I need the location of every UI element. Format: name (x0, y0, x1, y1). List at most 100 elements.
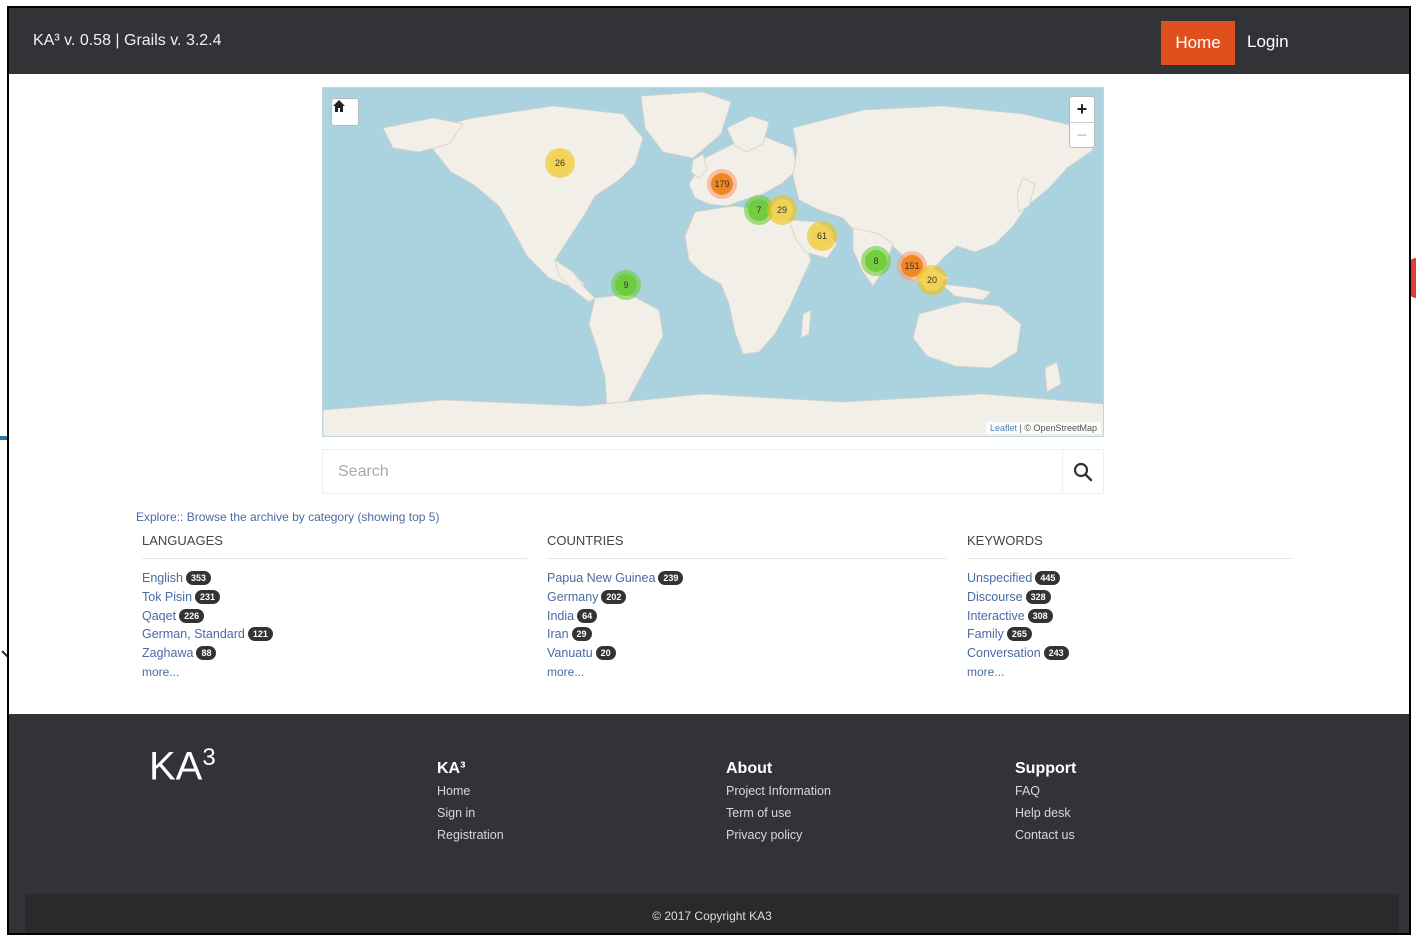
footer-privacy-link[interactable]: Privacy policy (726, 824, 831, 846)
search-input[interactable] (323, 450, 1060, 493)
footer-signin-link[interactable]: Sign in (437, 802, 504, 824)
country-link[interactable]: Vanuatu (547, 646, 593, 660)
footer-helpdesk-link[interactable]: Help desk (1015, 802, 1076, 824)
list-item[interactable]: India 64 (547, 606, 947, 625)
list-item[interactable]: Conversation 243 (967, 644, 1292, 663)
copyright-text: © 2017 Copyright KA3 (652, 909, 772, 923)
footer-logo: KA3 (149, 744, 216, 789)
cluster-count: 26 (549, 152, 571, 174)
map-cluster-marker[interactable]: 20 (917, 265, 947, 295)
keyword-link[interactable]: Conversation (967, 646, 1041, 660)
country-link[interactable]: Papua New Guinea (547, 571, 655, 585)
list-item[interactable]: Papua New Guinea 239 (547, 569, 947, 588)
list-item[interactable]: Zaghawa 88 (142, 644, 527, 663)
nav-home-button[interactable]: Home (1161, 21, 1235, 65)
search-icon (1073, 462, 1093, 481)
countries-column: COUNTRIES Papua New Guinea 239 Germany 202… (547, 533, 947, 681)
home-icon (333, 100, 345, 112)
list-item[interactable]: Unspecified 445 (967, 569, 1292, 588)
map-cluster-marker[interactable]: 29 (767, 195, 797, 225)
nav-login-link[interactable]: Login (1247, 32, 1289, 52)
copyright-bar: © 2017 Copyright KA3 (25, 894, 1399, 933)
footer-terms-link[interactable]: Term of use (726, 802, 831, 824)
map-home-button[interactable] (331, 98, 359, 126)
keywords-more-link[interactable]: more... (967, 665, 1004, 679)
world-map[interactable]: + − 26 179 7 29 61 9 8 151 20 Leaflet | … (322, 87, 1104, 437)
top-navbar: KA³ v. 0.58 | Grails v. 3.2.4 Home Login (9, 8, 1409, 74)
zoom-out-button[interactable]: − (1070, 123, 1094, 147)
list-item[interactable]: Iran 29 (547, 625, 947, 644)
keyword-link[interactable]: Discourse (967, 590, 1023, 604)
list-item[interactable]: English 353 (142, 569, 527, 588)
footer-support-column: Support FAQ Help desk Contact us (1015, 760, 1076, 846)
osm-attribution: | © OpenStreetMap (1016, 423, 1097, 433)
explore-caption: Explore:: Browse the archive by category… (136, 510, 440, 524)
country-link[interactable]: Germany (547, 590, 598, 604)
languages-column: LANGUAGES English 353 Tok Pisin 231 Qaqet 2… (142, 533, 527, 681)
footer-about-title: About (726, 760, 773, 777)
search-button[interactable] (1062, 450, 1103, 493)
languages-more-link[interactable]: more... (142, 665, 179, 679)
count-badge: 445 (1035, 571, 1061, 586)
leaflet-link[interactable]: Leaflet (990, 423, 1017, 433)
country-link[interactable]: Iran (547, 627, 569, 641)
footer-about-column: About Project Information Term of use Pr… (726, 760, 831, 846)
country-link[interactable]: India (547, 609, 574, 623)
list-item[interactable]: Interactive 308 (967, 606, 1292, 625)
count-badge: 20 (595, 646, 616, 661)
footer-contact-link[interactable]: Contact us (1015, 824, 1076, 846)
footer-support-title: Support (1015, 760, 1077, 777)
language-link[interactable]: German, Standard (142, 627, 245, 641)
count-badge: 328 (1025, 590, 1051, 605)
list-item[interactable]: Tok Pisin 231 (142, 588, 527, 607)
language-link[interactable]: Tok Pisin (142, 590, 192, 604)
map-cluster-marker[interactable]: 9 (611, 270, 641, 300)
count-badge: 265 (1006, 627, 1032, 642)
count-badge: 29 (571, 627, 592, 642)
list-item[interactable]: Qaqet 226 (142, 606, 527, 625)
search-bar (322, 449, 1104, 494)
footer-home-link[interactable]: Home (437, 780, 504, 802)
map-land (323, 91, 1103, 436)
keywords-heading: KEYWORDS (967, 533, 1292, 559)
countries-heading: COUNTRIES (547, 533, 947, 559)
count-badge: 202 (601, 590, 627, 605)
list-item[interactable]: Discourse 328 (967, 588, 1292, 607)
keyword-link[interactable]: Family (967, 627, 1004, 641)
keyword-link[interactable]: Unspecified (967, 571, 1032, 585)
count-badge: 64 (577, 608, 598, 623)
footer-project-info-link[interactable]: Project Information (726, 780, 831, 802)
count-badge: 88 (196, 646, 217, 661)
zoom-in-button[interactable]: + (1070, 97, 1094, 123)
footer-faq-link[interactable]: FAQ (1015, 780, 1076, 802)
cluster-count: 61 (811, 225, 833, 247)
map-attribution: Leaflet | © OpenStreetMap (985, 422, 1101, 434)
count-badge: 308 (1027, 608, 1053, 623)
keywords-column: KEYWORDS Unspecified 445 Discourse 328 Int… (967, 533, 1292, 681)
footer-logo-superscript: 3 (202, 744, 216, 771)
cluster-count: 8 (865, 250, 887, 272)
language-link[interactable]: Zaghawa (142, 646, 193, 660)
footer-registration-link[interactable]: Registration (437, 824, 504, 846)
languages-heading: LANGUAGES (142, 533, 527, 559)
map-cluster-marker[interactable]: 26 (545, 148, 575, 178)
count-badge: 121 (247, 627, 273, 642)
cluster-count: 179 (711, 173, 733, 195)
list-item[interactable]: Vanuatu 20 (547, 644, 947, 663)
count-badge: 231 (195, 590, 221, 605)
keyword-link[interactable]: Interactive (967, 609, 1025, 623)
list-item[interactable]: Germany 202 (547, 588, 947, 607)
browser-screenshot-frame: KA³ v. 0.58 | Grails v. 3.2.4 Home Login (7, 6, 1411, 935)
language-link[interactable]: Qaqet (142, 609, 176, 623)
list-item[interactable]: German, Standard 121 (142, 625, 527, 644)
language-link[interactable]: English (142, 571, 183, 585)
countries-more-link[interactable]: more... (547, 665, 584, 679)
map-cluster-marker[interactable]: 179 (707, 169, 737, 199)
footer-ka-column: KA³ Home Sign in Registration (437, 760, 504, 846)
map-cluster-marker[interactable]: 8 (861, 246, 891, 276)
map-cluster-marker[interactable]: 61 (807, 221, 837, 251)
brand-version[interactable]: KA³ v. 0.58 | Grails v. 3.2.4 (33, 32, 222, 50)
list-item[interactable]: Family 265 (967, 625, 1292, 644)
zoom-control: + − (1069, 96, 1095, 148)
count-badge: 226 (179, 608, 205, 623)
